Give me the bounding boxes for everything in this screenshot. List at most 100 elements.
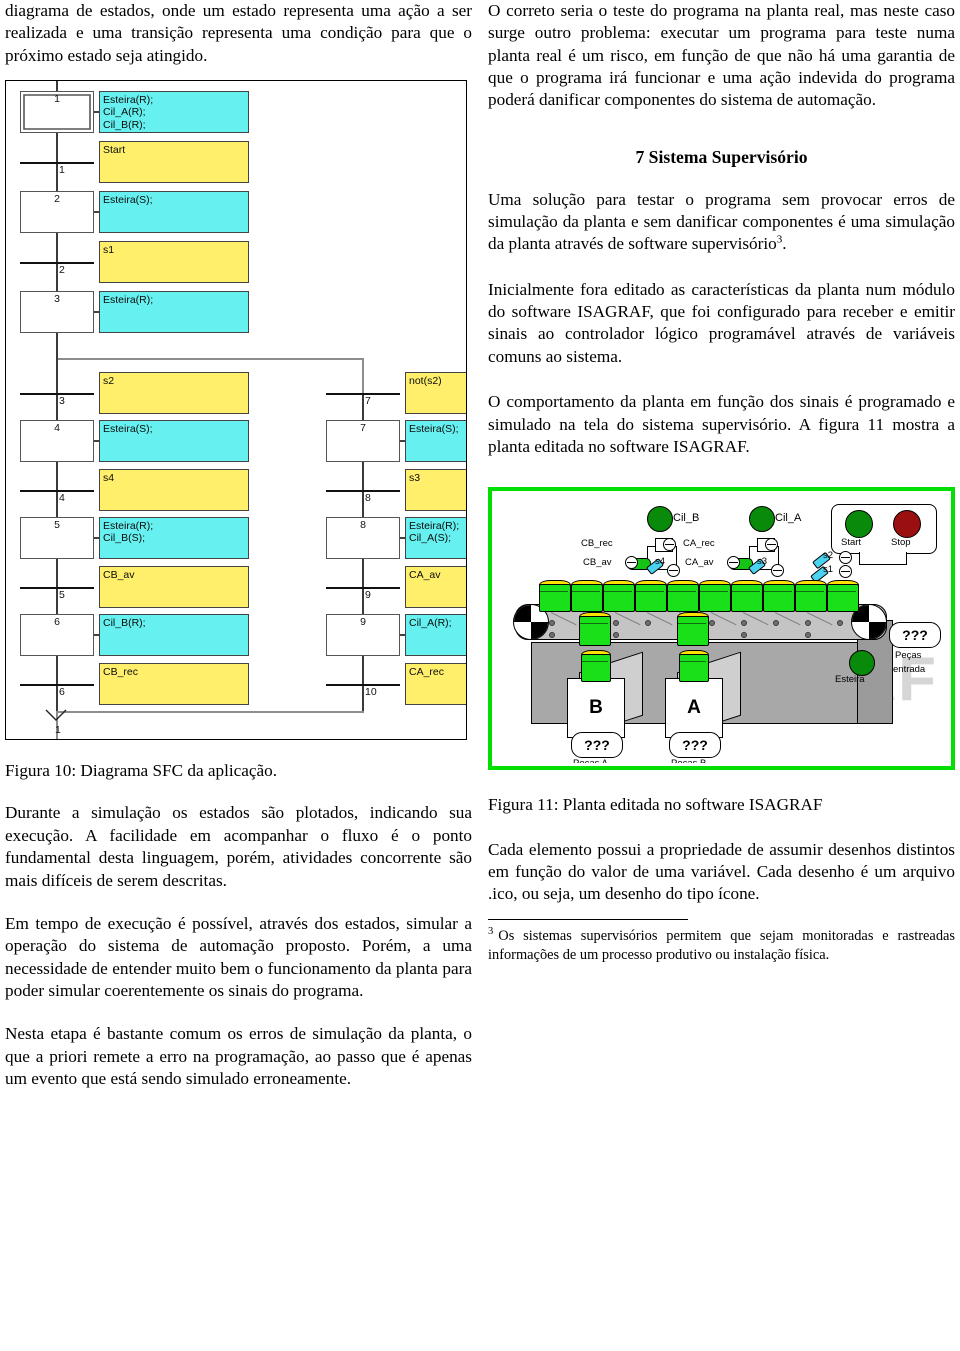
sfc-action-step-1: Esteira(R); Cil_A(R); Cil_B(R); bbox=[99, 91, 249, 134]
sfc-line-t10-convergence bbox=[362, 686, 364, 713]
display-pecas-a-label: Peças A bbox=[573, 758, 608, 763]
lamp-cil-a-icon bbox=[749, 506, 775, 533]
lamp-cil-b-label: Cil_B bbox=[673, 512, 700, 525]
sfc-step-3-number: 3 bbox=[54, 293, 60, 306]
sfc-condition-7: not(s2) bbox=[405, 372, 466, 415]
stop-button-label: Stop bbox=[891, 537, 911, 549]
display-pecas-b-value[interactable]: ??? bbox=[669, 732, 721, 759]
knob-s4-icon bbox=[667, 564, 680, 578]
sfc-line-s4-t4 bbox=[56, 462, 58, 492]
right-col-gap-2 bbox=[488, 381, 955, 391]
continued-paragraph: diagrama de estados, onde um estado repr… bbox=[5, 1, 472, 65]
right-paragraph-2: Inicialmente fora editado as característ… bbox=[488, 279, 955, 366]
left-col-gap-3 bbox=[5, 1015, 472, 1023]
sfc-transition-2-number: 2 bbox=[59, 264, 65, 277]
display-pecas-entrada-label-2: entrada bbox=[893, 664, 926, 676]
sfc-action-step-9: Cil_A(R); bbox=[405, 614, 466, 657]
display-pecas-entrada-value[interactable]: ??? bbox=[889, 622, 941, 649]
can-item bbox=[667, 580, 699, 613]
sfc-line-t9-s9 bbox=[362, 589, 364, 616]
can-item-pushed bbox=[579, 612, 611, 647]
knob-s3-icon bbox=[771, 564, 784, 578]
right-intro-paragraph: O correto seria o teste do programa na p… bbox=[488, 1, 955, 110]
sfc-action-step-5: Esteira(R); Cil_B(S); bbox=[99, 517, 249, 560]
figure10-spacer bbox=[5, 750, 472, 760]
knob-s2-icon bbox=[839, 551, 852, 565]
sfc-line-t4-s5 bbox=[56, 492, 58, 519]
sfc-line-t7-s7 bbox=[362, 395, 364, 422]
lamp-cil-b-icon bbox=[647, 506, 673, 533]
sfc-transition-1-number: 1 bbox=[59, 164, 65, 177]
sfc-line-s1-t1 bbox=[56, 133, 58, 164]
label-s1: s1 bbox=[823, 564, 834, 576]
sfc-transition-6-number: 6 bbox=[59, 686, 65, 699]
plant-canvas: ISAGRAF Cil_B Cil_A Start Stop CB_rec CB… bbox=[495, 494, 948, 764]
sfc-step-4-number: 4 bbox=[54, 422, 60, 435]
sfc-condition-4: s4 bbox=[99, 469, 249, 512]
sfc-line-s2-t2 bbox=[56, 233, 58, 264]
can-item bbox=[635, 580, 667, 613]
sfc-line-t3-s4 bbox=[56, 395, 58, 422]
can-item bbox=[763, 580, 795, 613]
display-pecas-entrada-label-1: Peças bbox=[895, 650, 922, 662]
figure-10-caption: Figura 10: Diagrama SFC da aplicação. bbox=[5, 761, 278, 781]
footnote-3-text: Os sistemas supervisórios permitem que s… bbox=[488, 928, 955, 963]
sfc-step-6-number: 6 bbox=[54, 616, 60, 629]
sfc-canvas: 1 Esteira(R); Cil_A(R); Cil_B(R); 1 Star… bbox=[6, 81, 466, 740]
sfc-condition-3: s2 bbox=[99, 372, 249, 415]
can-in-box-a bbox=[679, 650, 709, 683]
left-col-gap-1 bbox=[5, 794, 472, 802]
sfc-line-s7-t8 bbox=[362, 462, 364, 492]
label-s2: s2 bbox=[823, 550, 834, 562]
section-heading-7: 7 Sistema Supervisório bbox=[635, 146, 808, 167]
sfc-condition-10: CA_rec bbox=[405, 663, 466, 706]
sfc-action-step-8: Esteira(R); Cil_A(S); bbox=[405, 517, 466, 560]
sfc-step-3: 3 bbox=[20, 291, 94, 334]
knob-s1-icon bbox=[839, 565, 852, 579]
sfc-condition-6: CB_rec bbox=[99, 663, 249, 706]
display-pecas-a-value[interactable]: ??? bbox=[571, 732, 623, 759]
sfc-transition-10-number: 10 bbox=[365, 686, 377, 699]
left-paragraph-1: Durante a simulação os estados são plota… bbox=[5, 803, 472, 890]
can-item bbox=[699, 580, 731, 613]
sfc-step-9-number: 9 bbox=[360, 616, 366, 629]
sfc-transition-3-number: 3 bbox=[59, 395, 65, 408]
footnote-separator bbox=[488, 918, 688, 921]
figure-11-caption: Figura 11: Planta editada no software IS… bbox=[488, 795, 823, 815]
right-col-gap-4 bbox=[488, 829, 955, 839]
sfc-line-t1-s2 bbox=[56, 164, 58, 192]
label-s3: s3 bbox=[757, 556, 768, 568]
right-paragraph-3: O comportamento da planta em função dos … bbox=[488, 392, 955, 456]
sfc-step-1: 1 bbox=[20, 91, 94, 134]
start-button-label: Start bbox=[841, 537, 862, 549]
right-col-gap-3 bbox=[488, 471, 955, 487]
sfc-transition-5-number: 5 bbox=[59, 589, 65, 602]
right-column: O correto seria o teste do programa na p… bbox=[488, 0, 955, 964]
sfc-transition-9-number: 9 bbox=[365, 589, 371, 602]
sfc-step-1-number: 1 bbox=[54, 93, 60, 106]
label-s4: s4 bbox=[655, 556, 666, 568]
sfc-line-s5-t5 bbox=[56, 559, 58, 589]
label-ca-rec: CA_rec bbox=[683, 538, 715, 550]
sfc-step-6: 6 bbox=[20, 614, 94, 657]
sfc-transition-8-number: 8 bbox=[365, 492, 371, 505]
sfc-step-7-number: 7 bbox=[360, 422, 366, 435]
left-column: diagrama de estados, onde um estado repr… bbox=[5, 0, 472, 1103]
sfc-step-5-number: 5 bbox=[54, 519, 60, 532]
sfc-jump-target-label: 1 bbox=[55, 724, 61, 737]
can-in-box-b bbox=[581, 650, 611, 683]
sfc-convergence-bar bbox=[56, 711, 364, 714]
arrow-down-icon bbox=[45, 709, 67, 722]
right-col-gap-1 bbox=[488, 269, 955, 279]
sfc-step-8-number: 8 bbox=[360, 519, 366, 532]
sfc-step-2: 2 bbox=[20, 191, 94, 234]
right-paragraph-4: Cada elemento possui a propriedade de as… bbox=[488, 839, 955, 904]
lamp-esteira-label: Esteira bbox=[835, 674, 865, 686]
sfc-line-t8-s8 bbox=[362, 492, 364, 519]
right-paragraph-1-tail: . bbox=[782, 234, 787, 254]
sfc-action-step-4: Esteira(S); bbox=[99, 420, 249, 463]
sfc-divergence-bar bbox=[56, 358, 364, 361]
label-ca-av: CA_av bbox=[685, 557, 714, 569]
sfc-transition-7-number: 7 bbox=[365, 395, 371, 408]
sfc-action-step-3: Esteira(R); bbox=[99, 291, 249, 334]
